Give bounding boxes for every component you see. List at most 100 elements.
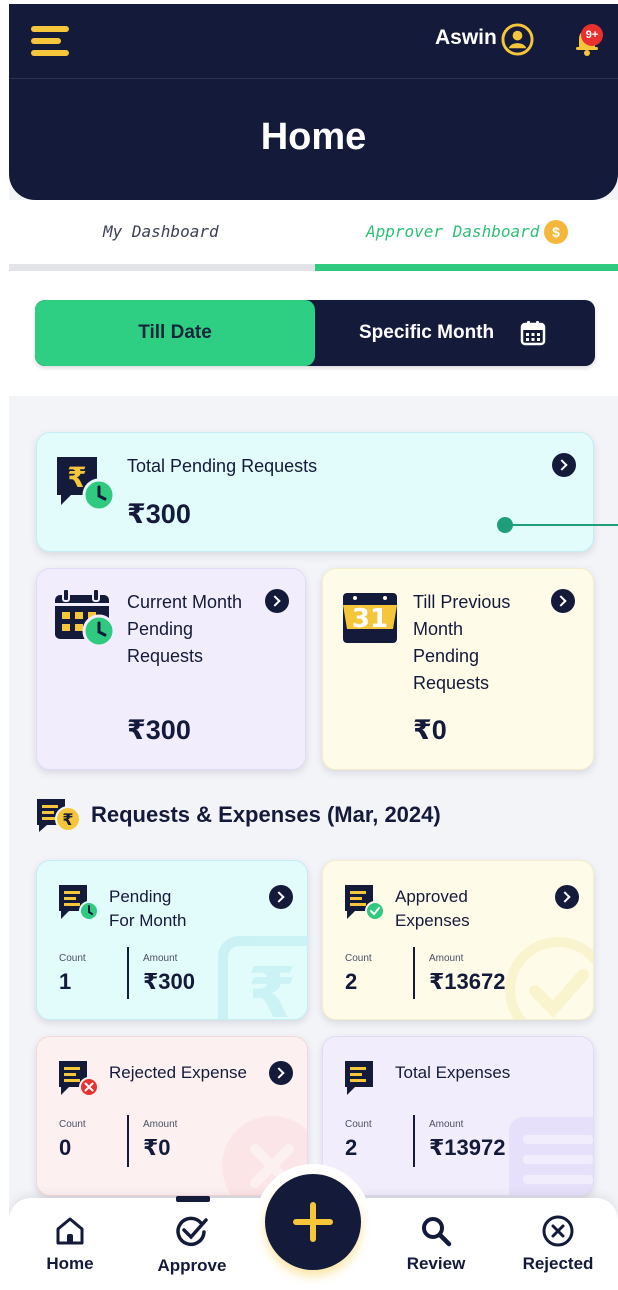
doc-x-icon: [59, 1061, 99, 1097]
card-title-line: Approved: [395, 887, 468, 906]
current-month-title: Current Month Pending Requests: [127, 589, 242, 670]
nav-home[interactable]: Home: [20, 1214, 120, 1274]
arrow-right-icon[interactable]: [551, 589, 575, 613]
calendar-icon[interactable]: [519, 319, 547, 347]
toggle-specific-month[interactable]: Specific Month: [315, 300, 595, 366]
svg-text:₹: ₹: [62, 810, 73, 829]
current-month-pending-card[interactable]: Current Month Pending Requests ₹300: [36, 568, 306, 770]
arrow-right-icon[interactable]: [269, 1061, 293, 1085]
total-pending-card[interactable]: ₹ Total Pending Requests ₹300: [36, 432, 594, 552]
requests-expenses-icon: ₹: [37, 799, 81, 832]
doc-watermark-icon: [509, 1117, 593, 1195]
calendar-day-number: 31: [352, 604, 388, 634]
doc-icon: [345, 1061, 373, 1095]
amount-value: ₹0: [143, 1135, 171, 1160]
pending-for-month-title: Pending For Month: [109, 885, 186, 933]
nav-rejected[interactable]: Rejected: [508, 1214, 608, 1274]
amount-label: Amount: [429, 953, 464, 964]
rejected-expense-card[interactable]: Rejected Expense Count 0 Amount ₹0: [36, 1036, 308, 1196]
amount-label: Amount: [143, 953, 178, 964]
count-label: Count: [345, 1119, 372, 1130]
rupee-clock-icon: ₹: [57, 457, 116, 512]
total-pending-amount: ₹300: [127, 499, 191, 529]
toggle-specific-month-label: Specific Month: [359, 322, 495, 343]
till-previous-title-line: Month: [413, 619, 464, 639]
till-previous-month-card[interactable]: 31 Till Previous Month Pending Requests …: [322, 568, 594, 770]
period-toggle: Till Date Specific Month: [35, 300, 595, 366]
section-title: Requests & Expenses (Mar, 2024): [91, 802, 441, 827]
amount-value: ₹13672: [429, 969, 506, 994]
active-nav-indicator: [176, 1196, 210, 1202]
divider: [127, 1115, 129, 1167]
count-label: Count: [59, 1119, 86, 1130]
total-expenses-card[interactable]: Total Expenses Count 2 Amount ₹13972: [322, 1036, 594, 1196]
period-toggle-container: Till Date Specific Month: [9, 276, 618, 396]
nav-approve[interactable]: Approve: [142, 1212, 242, 1276]
pending-for-month-card[interactable]: ₹ Pending For Month Count 1 Amount ₹300: [36, 860, 308, 1020]
home-icon: [56, 1217, 84, 1245]
header-divider: [9, 78, 618, 79]
x-circle-icon: [542, 1215, 574, 1247]
till-previous-amount: ₹0: [413, 715, 447, 745]
nav-review-label: Review: [406, 1254, 466, 1273]
calendar-clock-icon: [55, 588, 116, 648]
user-name[interactable]: Aswin: [435, 26, 497, 50]
menu-button[interactable]: [31, 26, 69, 56]
count-value: 0: [59, 1135, 72, 1160]
total-expenses-title: Total Expenses: [395, 1061, 510, 1085]
divider: [127, 947, 129, 999]
nav-approve-label: Approve: [157, 1256, 227, 1275]
amount-label: Amount: [143, 1119, 178, 1130]
overlay-line: [504, 524, 618, 526]
approved-expenses-title: Approved Expenses: [395, 885, 470, 933]
doc-check-icon: [345, 885, 385, 921]
nav-home-label: Home: [46, 1254, 94, 1273]
divider: [413, 947, 415, 999]
doc-clock-icon: [59, 885, 99, 921]
search-icon: [422, 1217, 452, 1247]
current-month-title-line: Requests: [127, 646, 204, 666]
count-value: 2: [345, 1135, 358, 1160]
card-title-line: Pending: [109, 887, 172, 906]
tab-my-dashboard[interactable]: My Dashboard: [103, 222, 219, 241]
count-label: Count: [345, 953, 372, 964]
arrow-right-icon[interactable]: [552, 453, 576, 477]
till-previous-title-line: Requests: [413, 673, 490, 693]
till-previous-title: Till Previous Month Pending Requests: [413, 589, 510, 697]
card-title-line: Total Expenses: [395, 1063, 511, 1082]
arrow-right-icon[interactable]: [269, 885, 293, 909]
arrow-right-icon[interactable]: [555, 885, 579, 909]
nav-review[interactable]: Review: [386, 1214, 486, 1274]
arrow-right-icon[interactable]: [265, 589, 289, 613]
current-month-amount: ₹300: [127, 715, 191, 745]
rejected-expense-title: Rejected Expense: [109, 1061, 247, 1085]
till-previous-title-line: Pending: [413, 646, 480, 666]
coin-icon: $: [544, 220, 568, 244]
tab-approver-dashboard[interactable]: Approver Dashboard: [366, 222, 539, 241]
current-month-title-line: Current Month: [127, 592, 243, 612]
tab-underline-inactive: [9, 264, 315, 271]
amount-label: Amount: [429, 1119, 464, 1130]
count-label: Count: [59, 953, 86, 964]
toggle-till-date[interactable]: Till Date: [35, 300, 315, 366]
calendar-31-icon: 31: [343, 593, 397, 643]
card-title-line: For Month: [109, 911, 187, 930]
user-avatar-icon[interactable]: [501, 23, 534, 56]
amount-value: ₹300: [143, 969, 196, 994]
nav-rejected-label: Rejected: [522, 1254, 594, 1273]
divider: [413, 1115, 415, 1167]
tab-underline-active: [315, 264, 618, 271]
add-button[interactable]: [265, 1174, 361, 1270]
app-screen: Aswin 9+ Home My Dashboard Approver Dash…: [9, 4, 618, 1290]
amount-value: ₹13972: [429, 1135, 506, 1160]
check-watermark-icon: [505, 937, 593, 1019]
approve-check-icon: [176, 1216, 208, 1247]
page-title: Home: [260, 116, 367, 158]
total-pending-title: Total Pending Requests: [127, 456, 318, 476]
count-value: 1: [59, 969, 72, 994]
rupee-watermark-icon: ₹: [218, 936, 307, 1020]
till-previous-title-line: Till Previous: [413, 592, 511, 612]
app-header: Aswin 9+ Home: [9, 4, 618, 200]
approved-expenses-card[interactable]: Approved Expenses Count 2 Amount ₹13672: [322, 860, 594, 1020]
svg-text:₹: ₹: [248, 952, 297, 1020]
